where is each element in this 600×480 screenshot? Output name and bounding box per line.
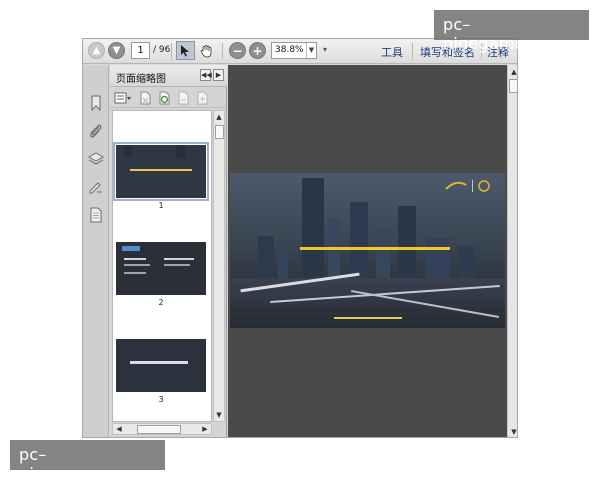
document-view[interactable]: [228, 65, 507, 437]
thumbnail-page-number: 1: [158, 201, 164, 210]
scrollbar-thumb[interactable]: [215, 125, 224, 139]
thumbnail-building: [176, 145, 186, 158]
bookmark-icon[interactable]: [88, 95, 104, 111]
scroll-left-icon[interactable]: ◀: [114, 424, 124, 434]
page-total-label: / 96: [153, 45, 171, 55]
thumbnail-text-line: [164, 258, 194, 260]
scroll-down-icon[interactable]: ▼: [509, 427, 517, 437]
pdf-reader-window: ▲ ▼ 1 / 96 − + 38.8% ▼ ▾ 工具 页面缩略图 ◀◀ ▶ 1…: [82, 38, 518, 438]
slide-logo: [442, 179, 494, 193]
thumbnail-options-icon[interactable]: [114, 91, 132, 105]
screenshot: ▲ ▼ 1 / 96 − + 38.8% ▼ ▾ 工具 页面缩略图 ◀◀ ▶ 1…: [0, 0, 600, 480]
hand-tool-button[interactable]: [197, 41, 216, 60]
rotate-page-icon[interactable]: [157, 91, 171, 105]
zoom-in-button[interactable]: +: [249, 42, 266, 59]
thumbnail-horizontal-scrollbar[interactable]: ◀ ▶: [112, 423, 212, 435]
next-page-button[interactable]: ▼: [108, 42, 125, 59]
slide-footer-bar: [334, 315, 402, 323]
chevron-right-icon: ▶: [215, 71, 222, 79]
double-chevron-left-icon: ◀◀: [201, 71, 212, 79]
delete-page-icon[interactable]: [138, 91, 152, 105]
logo-swoosh-icon: [445, 180, 490, 192]
signature-icon[interactable]: [88, 179, 104, 195]
thumbnail-text-line: [124, 258, 146, 260]
arrow-down-icon: ▼: [112, 45, 121, 56]
tools-menu-button[interactable]: 工具: [381, 44, 403, 60]
slide-title-underline: [300, 247, 450, 250]
page-thumbnails-panel: 页面缩略图 ◀◀ ▶ 1 2 3 ▲ ▼ ◀ ▶: [110, 65, 227, 437]
insert-page-icon[interactable]: [195, 91, 209, 105]
panel-header: 页面缩略图 ◀◀ ▶: [110, 65, 227, 87]
thumbnail-text-line: [164, 264, 190, 266]
cursor-arrow-icon: [181, 45, 189, 57]
thumbnail-building: [124, 145, 132, 158]
page-thumbnail-2[interactable]: [116, 242, 206, 295]
navigation-icon-strip: [83, 65, 109, 437]
hand-icon: [200, 44, 212, 57]
slide-page: [230, 173, 505, 328]
page-thumbnail-1[interactable]: [113, 142, 209, 201]
watermark-top: pc–ninegame.com: [434, 10, 589, 53]
thumbnail-logo: [122, 246, 140, 251]
scroll-right-icon[interactable]: ▶: [200, 424, 210, 434]
thumbnail-page-number: 2: [158, 298, 164, 307]
zoom-level-value: 38.8%: [275, 45, 304, 55]
scroll-up-icon[interactable]: ▲: [214, 112, 224, 122]
watermark-bottom: pc–ninegame.com: [10, 440, 165, 480]
thumbnail-text-line: [124, 264, 150, 266]
scroll-up-icon[interactable]: ▲: [509, 67, 517, 77]
arrow-up-icon: ▲: [92, 45, 101, 56]
layers-icon[interactable]: [88, 151, 104, 167]
document-icon[interactable]: [88, 207, 104, 223]
paperclip-icon[interactable]: [88, 123, 104, 139]
slide-building: [302, 178, 324, 288]
minus-icon: −: [232, 43, 243, 58]
panel-title: 页面缩略图: [116, 74, 166, 85]
plus-icon: +: [252, 43, 263, 58]
scrollbar-thumb[interactable]: [509, 79, 517, 93]
scroll-down-icon[interactable]: ▼: [214, 410, 224, 420]
panel-options-button[interactable]: ▶: [213, 69, 224, 81]
document-vertical-scrollbar[interactable]: ▲ ▼: [507, 65, 517, 437]
toolbar-divider: [171, 43, 172, 59]
select-tool-button[interactable]: [176, 41, 195, 60]
collapse-panel-button[interactable]: ◀◀: [200, 69, 212, 81]
thumbnail-list[interactable]: 1 2 3: [112, 110, 212, 422]
chevron-down-icon: ▼: [306, 43, 316, 58]
menu-divider: [412, 43, 413, 59]
more-tools-icon[interactable]: ▾: [323, 45, 327, 54]
thumbnail-text-line: [124, 272, 146, 274]
previous-page-button[interactable]: ▲: [88, 42, 105, 59]
page-number-input[interactable]: 1: [131, 42, 150, 59]
thumbnail-page-number: 3: [158, 395, 164, 404]
scrollbar-thumb[interactable]: [137, 425, 181, 434]
thumbnail-text-line: [130, 361, 188, 364]
toolbar-divider: [222, 43, 223, 59]
extract-page-icon[interactable]: [176, 91, 190, 105]
zoom-out-button[interactable]: −: [229, 42, 246, 59]
footer-decoration-icon: [334, 317, 402, 319]
thumbnail-tools: [110, 88, 227, 108]
zoom-level-select[interactable]: 38.8% ▼: [271, 42, 317, 59]
thumbnail-vertical-scrollbar[interactable]: ▲ ▼: [213, 110, 225, 422]
page-thumbnail-3[interactable]: [116, 339, 206, 392]
thumbnail-title-bar: [130, 169, 192, 171]
